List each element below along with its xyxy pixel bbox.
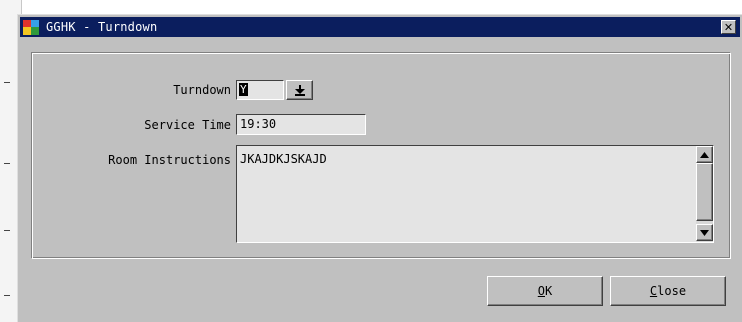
close-window-button[interactable]: ✕: [721, 20, 736, 34]
service-time-input[interactable]: 19:30: [236, 114, 366, 135]
scroll-down-button[interactable]: [696, 224, 713, 241]
scroll-up-button[interactable]: [696, 146, 713, 163]
room-instructions-label: Room Instructions: [108, 153, 231, 167]
close-mnemonic: C: [649, 284, 658, 298]
turndown-dialog: GGHK - Turndown ✕ Turndown Y Service Tim…: [17, 14, 742, 322]
scroll-up-icon: [700, 151, 709, 158]
turndown-select[interactable]: Y: [236, 80, 284, 100]
window-title: GGHK - Turndown: [46, 20, 158, 34]
scroll-down-icon: [700, 229, 709, 236]
room-instructions-textarea[interactable]: JKAJDKJSKAJD: [236, 145, 714, 243]
ok-label-rest: K: [545, 284, 553, 298]
room-instructions-scrollbar[interactable]: [696, 146, 713, 242]
service-time-label: Service Time: [144, 118, 231, 132]
close-icon: ✕: [723, 20, 734, 34]
dropdown-arrow-icon: [294, 84, 305, 96]
ok-button[interactable]: OK: [487, 276, 603, 306]
close-label-rest: lose: [657, 284, 687, 298]
turndown-value: Y: [239, 83, 248, 96]
close-button[interactable]: Close: [610, 276, 726, 306]
ok-mnemonic: O: [537, 284, 545, 298]
turndown-label: Turndown: [173, 83, 231, 97]
title-bar[interactable]: GGHK - Turndown ✕: [20, 17, 740, 37]
scroll-thumb[interactable]: [696, 163, 713, 221]
room-instructions-text: JKAJDKJSKAJD: [240, 152, 327, 166]
turndown-dropdown-button[interactable]: [286, 80, 313, 100]
app-icon: [23, 19, 40, 35]
